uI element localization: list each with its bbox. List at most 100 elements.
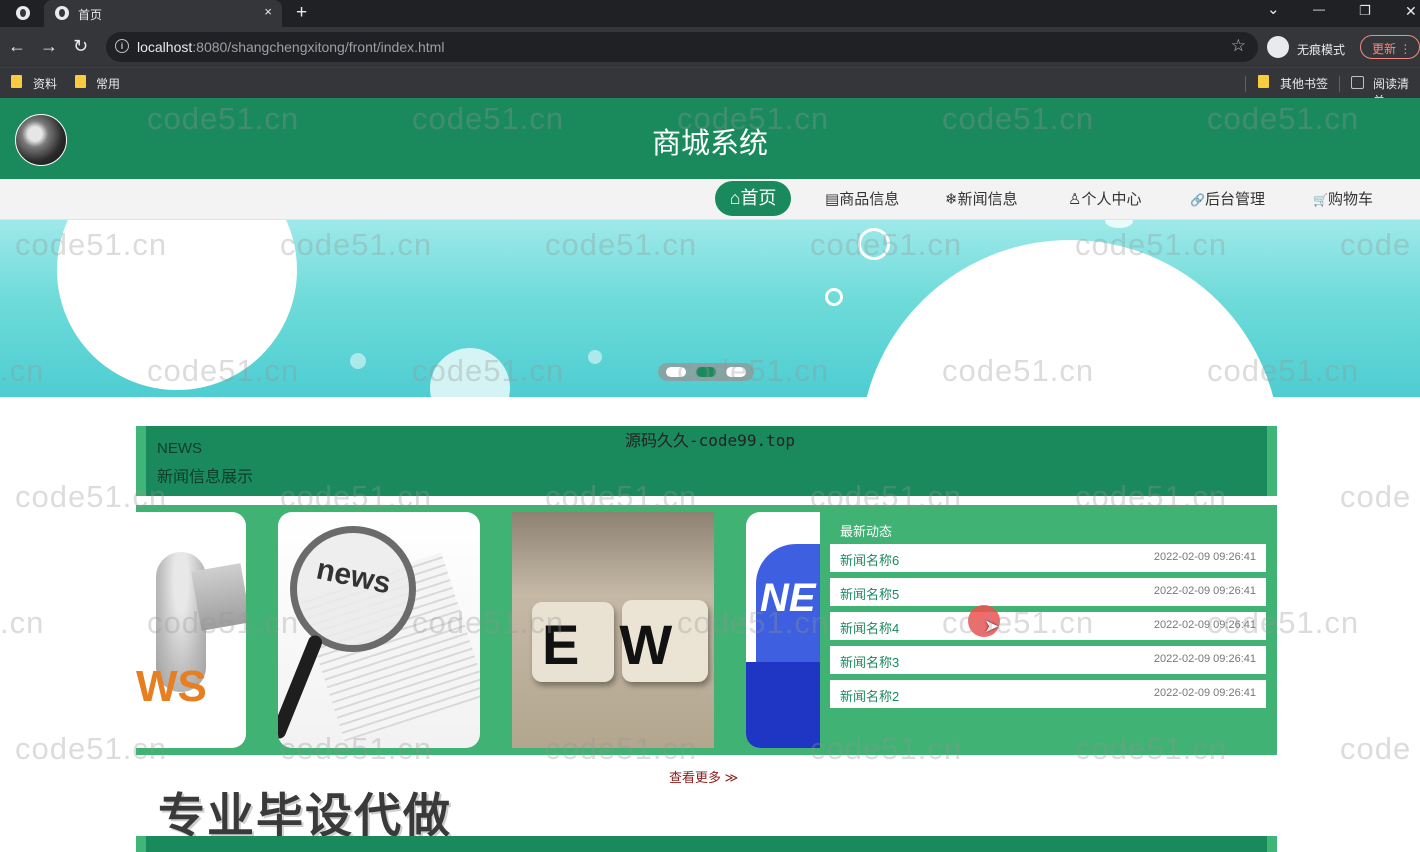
latest-news-time: 2022-02-09 09:26:41 (1153, 551, 1256, 563)
card-ew-text: EW (542, 613, 713, 676)
other-bookmarks[interactable]: 其他书签 (1280, 75, 1328, 92)
site-header: 商城系统 (0, 98, 1420, 179)
update-button[interactable]: 更新 ⋮ (1360, 35, 1420, 59)
bookmark-folder-icon (11, 75, 22, 88)
latest-news-item[interactable]: 新闻名称2 2022-02-09 09:26:41 (830, 680, 1266, 708)
user-icon: ♙ (1068, 191, 1082, 208)
banner-bubble (57, 220, 297, 390)
browser-tab[interactable]: 首页 × (44, 0, 282, 27)
nav-home-label: 首页 (740, 188, 777, 208)
bookmark-folder-icon (75, 75, 86, 88)
incognito-label: 无痕模式 (1297, 43, 1346, 57)
next-section-header (136, 836, 1277, 852)
bookmark-separator (1245, 76, 1246, 92)
forward-arrow-icon[interactable]: → (40, 36, 58, 57)
carousel-dot[interactable] (666, 367, 686, 377)
latest-news-item[interactable]: 新闻名称4 2022-02-09 09:26:41 (830, 612, 1266, 640)
watermark: code (1340, 731, 1412, 766)
reading-list-icon (1351, 76, 1364, 89)
tab-title: 首页 (78, 8, 103, 22)
main-nav: ⌂首页 ▤商品信息 ❄新闻信息 ♙个人中心 🔗后台管理 🛒购物车 (0, 179, 1420, 220)
url-path: :8080/shangchengxitong/front/index.html (192, 39, 445, 55)
url-text[interactable]: localhost:8080/shangchengxitong/front/in… (137, 39, 444, 55)
home-icon: ⌂ (729, 188, 741, 208)
restore-icon[interactable]: ❐ (1359, 3, 1371, 19)
news-card[interactable]: WS (136, 512, 246, 748)
latest-news-name: 新闻名称2 (840, 689, 900, 704)
view-more-link[interactable]: 查看更多 ≫ (669, 767, 738, 786)
link-icon: 🔗 (1190, 193, 1205, 207)
url-bar[interactable]: i localhost:8080/shangchengxitong/front/… (106, 32, 1258, 62)
carousel-indicators (658, 363, 754, 381)
bookmark-item-ziliao[interactable]: 资料 (33, 75, 57, 92)
card-megaphone-dark (746, 662, 820, 748)
latest-news-item[interactable]: 新闻名称3 2022-02-09 09:26:41 (830, 646, 1266, 674)
site-info-icon[interactable]: i (115, 39, 129, 53)
minimize-icon[interactable]: — (1313, 2, 1325, 16)
banner-bubble (588, 350, 602, 364)
card-newspaper (191, 563, 246, 631)
window-close-icon[interactable]: ✕ (1405, 3, 1417, 20)
nav-home[interactable]: ⌂首页 (715, 181, 791, 216)
nav-products-label: 商品信息 (839, 191, 900, 208)
latest-news-name: 新闻名称5 (840, 587, 900, 602)
watermark: code (1340, 479, 1412, 514)
latest-news-name: 新闻名称4 (840, 621, 900, 636)
tab-close-icon[interactable]: × (264, 4, 272, 19)
banner-ring (858, 228, 890, 260)
nav-profile-label: 个人中心 (1081, 191, 1142, 208)
cart-icon: 🛒 (1313, 193, 1328, 207)
new-tab-icon[interactable]: + (296, 2, 307, 24)
bookmark-star-icon[interactable]: ☆ (1231, 36, 1246, 56)
magnifier-handle (278, 633, 325, 741)
news-card[interactable]: EW (512, 512, 714, 748)
latest-news-time: 2022-02-09 09:26:41 (1153, 619, 1256, 631)
card-ws-text: WS (136, 662, 207, 711)
latest-news-item[interactable]: 新闻名称6 2022-02-09 09:26:41 (830, 544, 1266, 572)
carousel-dot-active[interactable] (696, 367, 716, 377)
banner-carousel[interactable] (0, 220, 1420, 397)
header-accent-left (136, 836, 146, 852)
latest-news-time: 2022-02-09 09:26:41 (1153, 687, 1256, 699)
reload-icon[interactable]: ↻ (73, 36, 88, 57)
latest-news-item[interactable]: 新闻名称5 2022-02-09 09:26:41 (830, 578, 1266, 606)
banner-bubble (430, 348, 510, 397)
nav-news[interactable]: ❄新闻信息 (945, 188, 1018, 209)
back-arrow-icon[interactable]: ← (8, 36, 26, 57)
tab-favicon-icon (55, 6, 69, 20)
latest-news-time: 2022-02-09 09:26:41 (1153, 585, 1256, 597)
nav-admin-label: 后台管理 (1204, 191, 1265, 208)
nav-cart[interactable]: 🛒购物车 (1313, 188, 1373, 209)
watermark: .cn (0, 605, 45, 640)
product-list-icon: ▤ (825, 191, 840, 208)
nav-cart-label: 购物车 (1327, 191, 1373, 208)
card-ne-text: NE (760, 576, 816, 620)
nav-news-label: 新闻信息 (957, 191, 1018, 208)
snowflake-icon: ❄ (945, 191, 958, 208)
bookmarks-bar: 资料 常用 其他书签 阅读清单 (0, 67, 1420, 108)
banner-bubble (860, 240, 1280, 397)
mouse-cursor-icon: ➤ (984, 616, 1000, 636)
url-host: localhost (137, 39, 193, 55)
tab-search-dropdown-icon[interactable]: ⌄ (1267, 0, 1280, 18)
other-bookmarks-folder-icon (1258, 75, 1269, 88)
bookmark-separator (1339, 76, 1340, 92)
news-card[interactable]: NE (746, 512, 820, 748)
news-card[interactable]: news (278, 512, 480, 748)
news-title-cn: 新闻信息展示 (157, 469, 254, 486)
bookmark-item-changyong[interactable]: 常用 (96, 75, 120, 92)
header-accent-right (1267, 836, 1277, 852)
nav-products[interactable]: ▤商品信息 (825, 188, 899, 209)
address-toolbar: ← → ↻ i localhost:8080/shangchengxitong/… (0, 27, 1420, 67)
site-title: 商城系统 (651, 128, 768, 160)
browser-tab-bar: 首页 × + ⌄ — ❐ ✕ (0, 0, 1420, 27)
incognito-icon[interactable] (1267, 36, 1289, 58)
nav-profile[interactable]: ♙个人中心 (1068, 188, 1141, 209)
nav-admin[interactable]: 🔗后台管理 (1190, 188, 1265, 209)
watermark-code99: 源码久久-code99.top (625, 431, 795, 450)
latest-news-title: 最新动态 (840, 524, 893, 539)
browser-menu-globe-icon[interactable] (16, 6, 30, 20)
news-section-body: WS news EW NE 最新动态 新闻名称6 2022-02-09 09:2… (136, 505, 1277, 755)
carousel-dot[interactable] (726, 367, 746, 377)
banner-bubble (1105, 220, 1133, 228)
